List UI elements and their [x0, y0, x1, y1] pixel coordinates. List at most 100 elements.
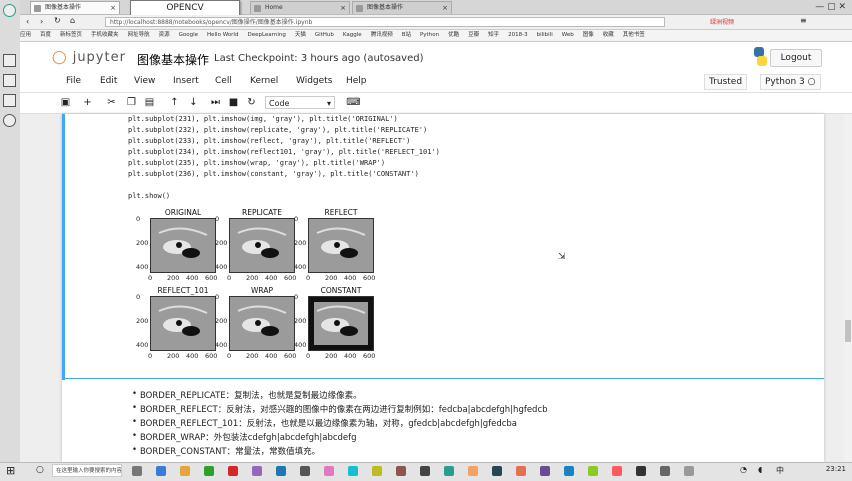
taskbar-app-icon[interactable] [276, 466, 286, 476]
taskbar-app-icon[interactable] [372, 466, 382, 476]
tab-home[interactable]: Home × [250, 1, 350, 14]
bookmark-item[interactable]: 2018-3 [508, 32, 527, 38]
bookmark-item[interactable]: 其他书签 [623, 32, 645, 38]
taskbar-app-icon[interactable] [468, 466, 478, 476]
menu-help[interactable]: Help [346, 76, 367, 86]
browser-logo-icon[interactable] [3, 4, 16, 17]
menu-insert[interactable]: Insert [173, 76, 199, 86]
taskbar-app-icon[interactable] [612, 466, 622, 476]
bookmark-item[interactable]: 收藏 [603, 32, 614, 38]
bookmark-item[interactable]: 新标签页 [60, 32, 82, 38]
notebook-title[interactable]: 图像基本操作 [137, 51, 209, 68]
top-right-link[interactable]: 绿洲视频 [710, 17, 734, 26]
run-icon[interactable]: ⏭ [208, 95, 223, 110]
logout-button[interactable]: Logout [770, 49, 822, 67]
bookmark-item[interactable]: 手机收藏夹 [91, 32, 119, 38]
taskbar-app-icon[interactable] [588, 466, 598, 476]
taskbar-app-icon[interactable] [396, 466, 406, 476]
tab-notebook[interactable]: 图像基本操作 × [30, 1, 120, 14]
bookmark-item[interactable]: 应用 [20, 32, 31, 38]
bookmark-item[interactable]: Google [179, 32, 198, 38]
taskbar-app-icon[interactable] [540, 466, 550, 476]
taskbar-app-icon[interactable] [348, 466, 358, 476]
taskbar-app-icon[interactable] [324, 466, 334, 476]
taskbar-app-icon[interactable] [180, 466, 190, 476]
taskbar-app-icon[interactable] [156, 466, 166, 476]
scrollbar-thumb[interactable] [845, 320, 851, 342]
tray-ime-icon[interactable]: 中 [776, 465, 784, 476]
taskbar-app-icon[interactable] [636, 466, 646, 476]
bookmark-item[interactable]: DeepLearning [247, 32, 285, 38]
taskbar-app-icon[interactable] [444, 466, 454, 476]
copy-icon[interactable]: ❐ [124, 95, 139, 110]
tray-network-icon[interactable]: ◔ [740, 465, 747, 474]
bookmark-item[interactable]: 图像 [583, 32, 594, 38]
bookmark-item[interactable]: Python [420, 32, 439, 38]
bookmark-item[interactable]: 资源 [159, 32, 170, 38]
download-icon[interactable] [3, 94, 16, 107]
kernel-indicator[interactable]: Python 3 ○ [760, 74, 821, 90]
vertical-scrollbar[interactable] [844, 114, 852, 462]
bookmark-item[interactable]: 腾讯视频 [371, 32, 393, 38]
restart-icon[interactable]: ↻ [244, 95, 259, 110]
command-palette-icon[interactable]: ⌨ [346, 95, 361, 110]
menu-icon[interactable]: ≡ [800, 16, 807, 25]
url-field[interactable]: http://localhost:8888/notebooks/opencv/图… [105, 17, 665, 27]
taskbar-app-icon[interactable] [204, 466, 214, 476]
bookmark-item[interactable]: 优酷 [448, 32, 459, 38]
close-icon[interactable]: × [442, 2, 448, 14]
menu-kernel[interactable]: Kernel [250, 76, 278, 86]
menu-edit[interactable]: Edit [100, 76, 117, 86]
home-icon[interactable]: ⌂ [70, 16, 75, 25]
history-icon[interactable] [3, 74, 16, 87]
save-icon[interactable]: ▣ [58, 95, 73, 110]
move-up-icon[interactable]: ↑ [167, 95, 182, 110]
taskbar-app-icon[interactable] [252, 466, 262, 476]
bookmark-item[interactable]: GitHub [315, 32, 334, 38]
close-icon[interactable]: × [110, 2, 116, 14]
windows-start-icon[interactable]: ⊞ [6, 464, 15, 477]
back-icon[interactable]: ‹ [26, 17, 29, 26]
taskbar-app-icon[interactable] [684, 466, 694, 476]
move-down-icon[interactable]: ↓ [186, 95, 201, 110]
trusted-indicator[interactable]: Trusted [704, 74, 748, 90]
cut-icon[interactable]: ✂ [104, 95, 119, 110]
bookmark-item[interactable]: Web [562, 32, 574, 38]
menu-cell[interactable]: Cell [215, 76, 232, 86]
menu-view[interactable]: View [134, 76, 155, 86]
bookmark-item[interactable]: 天猫 [295, 32, 306, 38]
bookmark-item[interactable]: 豆瓣 [468, 32, 479, 38]
menu-file[interactable]: File [66, 76, 81, 86]
window-controls[interactable]: — ▢ ✕ [815, 2, 846, 12]
insert-cell-icon[interactable]: + [80, 95, 95, 110]
search-icon[interactable]: ○ [36, 465, 44, 475]
menu-widgets[interactable]: Widgets [296, 76, 332, 86]
taskbar-app-icon[interactable] [516, 466, 526, 476]
forward-icon[interactable]: › [40, 17, 43, 26]
refresh-icon[interactable]: ↻ [54, 16, 61, 25]
taskbar-search-input[interactable]: 在这里输入你要搜索的内容 [52, 464, 122, 477]
bookmark-icon[interactable] [3, 54, 16, 67]
tab-notebook-2[interactable]: 图像基本操作 × [352, 1, 452, 14]
taskbar-app-icon[interactable] [228, 466, 238, 476]
bookmark-item[interactable]: B站 [402, 32, 411, 38]
taskbar-app-icon[interactable] [492, 466, 502, 476]
settings-icon[interactable] [3, 114, 16, 127]
jupyter-logo[interactable]: ◯ jupyter [52, 50, 126, 65]
bookmark-item[interactable]: 网址导航 [128, 32, 150, 38]
taskbar-app-icon[interactable] [420, 466, 430, 476]
bookmark-item[interactable]: 知乎 [488, 32, 499, 38]
paste-icon[interactable]: ▤ [142, 95, 157, 110]
taskbar-app-icon[interactable] [660, 466, 670, 476]
close-icon[interactable]: × [340, 2, 346, 14]
bookmark-item[interactable]: Hello World [207, 32, 238, 38]
taskbar-app-icon[interactable] [300, 466, 310, 476]
cell-type-select[interactable]: Code ▾ [265, 96, 335, 109]
bookmark-item[interactable]: Kaggle [343, 32, 362, 38]
taskbar-app-icon[interactable] [564, 466, 574, 476]
taskbar-app-icon[interactable] [132, 466, 142, 476]
stop-icon[interactable]: ■ [226, 95, 241, 110]
tray-volume-icon[interactable]: ◖ [758, 465, 762, 474]
bookmark-item[interactable]: bilibili [537, 32, 553, 38]
bookmark-item[interactable]: 百度 [40, 32, 51, 38]
